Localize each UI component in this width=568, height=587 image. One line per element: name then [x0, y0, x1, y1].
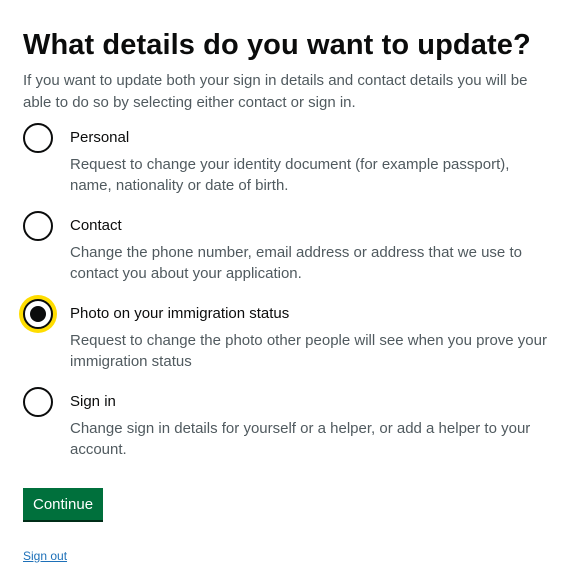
radio-group: Personal Request to change your identity…: [23, 123, 554, 460]
page: What details do you want to update? If y…: [0, 0, 568, 587]
page-title: What details do you want to update?: [23, 29, 531, 61]
radio-button-contact[interactable]: [23, 211, 53, 241]
radio-label-personal[interactable]: Personal: [70, 128, 554, 148]
radio-option-contact[interactable]: Contact Change the phone number, email a…: [23, 211, 554, 284]
radio-hint-contact: Change the phone number, email address o…: [70, 244, 522, 282]
page-hint: If you want to update both your sign in …: [23, 72, 528, 111]
sign-out-link[interactable]: Sign out: [23, 548, 67, 564]
radio-hint-personal: Request to change your identity document…: [70, 156, 510, 194]
radio-option-personal[interactable]: Personal Request to change your identity…: [23, 123, 554, 196]
radio-label-sign-in[interactable]: Sign in: [70, 392, 554, 412]
radio-option-sign-in[interactable]: Sign in Change sign in details for yours…: [23, 387, 554, 460]
radio-label-contact[interactable]: Contact: [70, 216, 554, 236]
radio-option-photo[interactable]: Photo on your immigration status Request…: [23, 299, 554, 372]
radio-hint-photo: Request to change the photo other people…: [70, 332, 547, 370]
radio-button-photo[interactable]: [23, 299, 53, 329]
radio-hint-sign-in: Change sign in details for yourself or a…: [70, 420, 531, 458]
radio-button-sign-in[interactable]: [23, 387, 53, 417]
radio-label-photo[interactable]: Photo on your immigration status: [70, 304, 554, 324]
continue-button[interactable]: Continue: [23, 488, 104, 522]
radio-button-personal[interactable]: [23, 123, 53, 153]
